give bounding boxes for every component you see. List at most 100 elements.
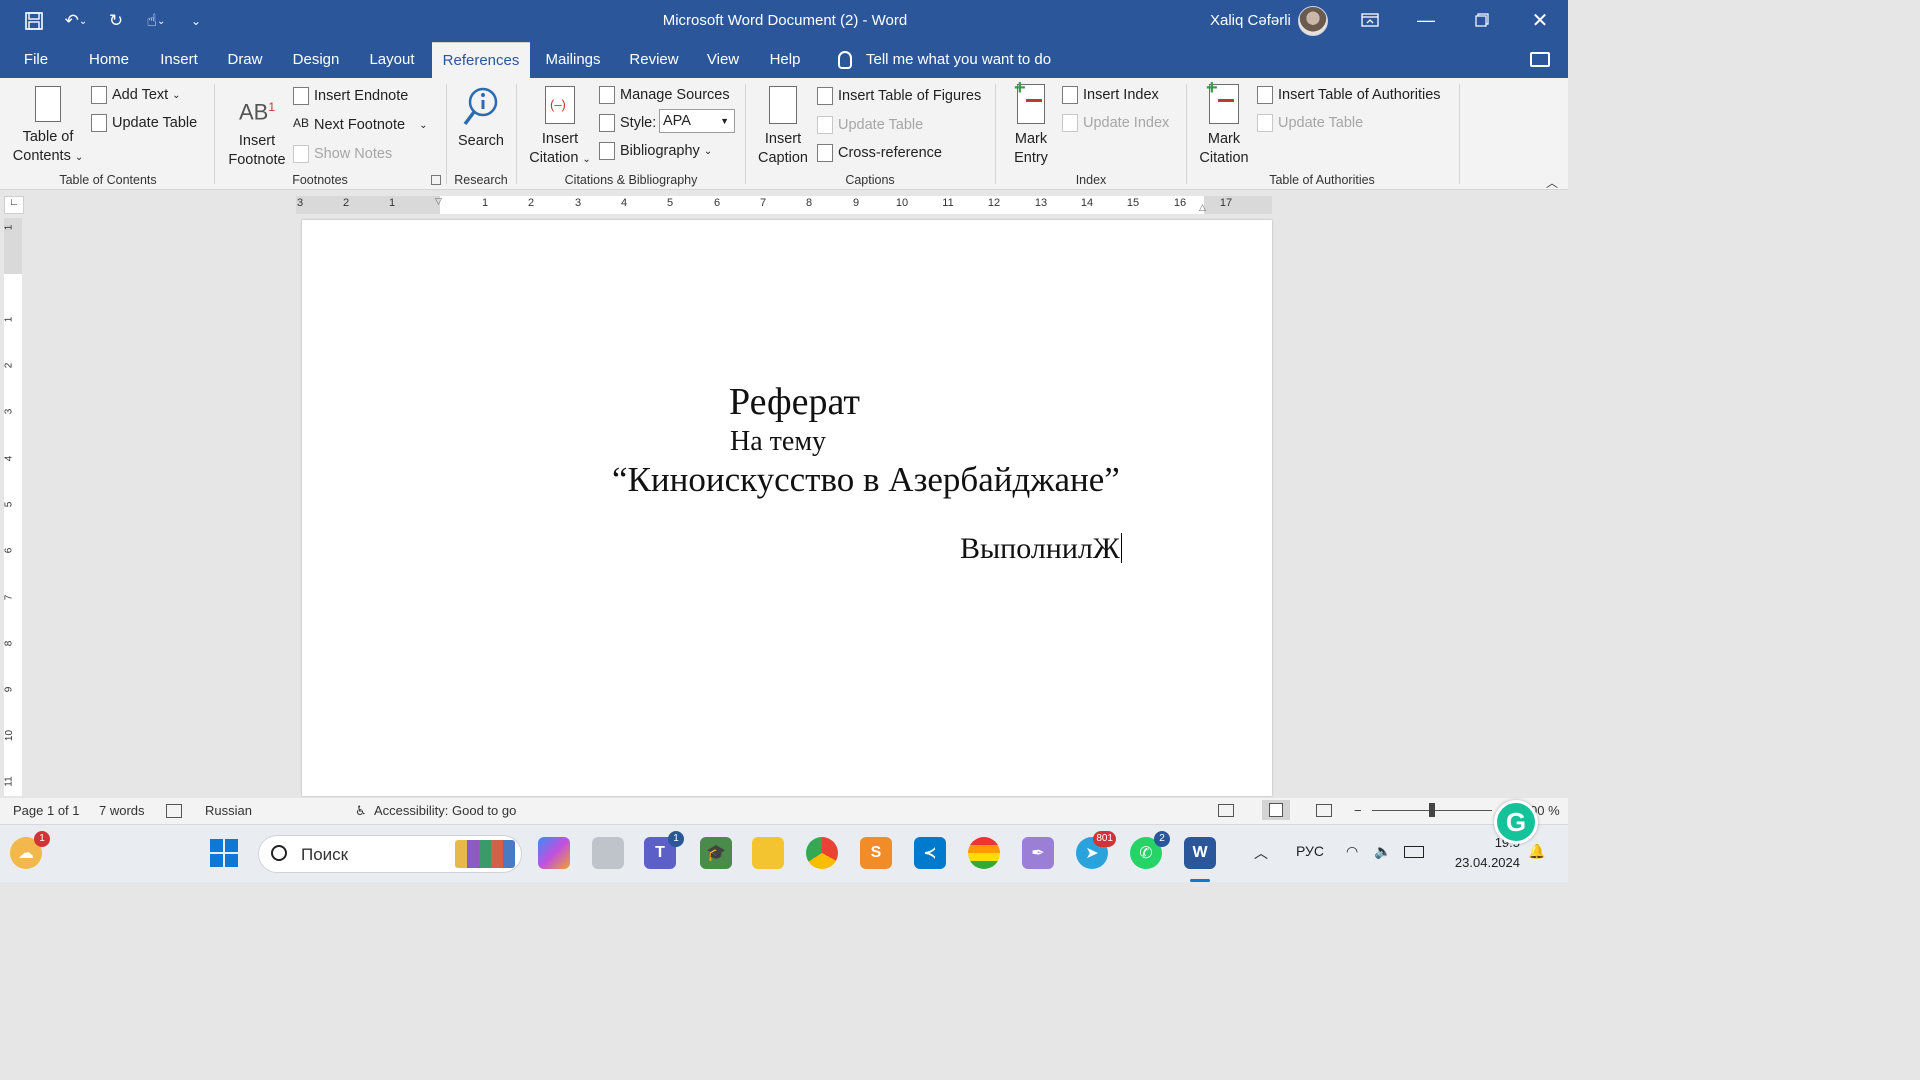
- tab-file[interactable]: File: [14, 42, 58, 78]
- ribbon-tabs: File Home Insert Draw Design Layout Refe…: [0, 42, 1568, 78]
- insert-citation-button[interactable]: (–) Insert Citation ⌄: [524, 86, 596, 169]
- proofing-icon[interactable]: [166, 804, 182, 818]
- tab-draw[interactable]: Draw: [222, 42, 268, 78]
- restore-icon[interactable]: [1460, 4, 1504, 36]
- vertical-ruler[interactable]: 1 1 2 3 4 5 6 7 8 9 10 11: [3, 218, 22, 796]
- mark-citation-button[interactable]: + Mark Citation: [1194, 78, 1254, 168]
- group-separator: [745, 84, 746, 184]
- wifi-icon[interactable]: ◠: [1346, 843, 1358, 860]
- battery-icon[interactable]: [1404, 846, 1424, 858]
- bibliography-button[interactable]: Bibliography ⌄: [599, 142, 712, 160]
- tell-me-search[interactable]: Tell me what you want to do: [834, 42, 1051, 78]
- document-author-line[interactable]: ВыполнилЖ: [960, 532, 1123, 566]
- insert-table-of-figures-button[interactable]: Insert Table of Figures: [817, 87, 981, 105]
- right-indent-marker-icon[interactable]: △: [1199, 202, 1209, 214]
- next-footnote-button[interactable]: AB Next Footnote ⌄: [293, 116, 427, 134]
- bibliography-icon: [599, 142, 615, 160]
- manage-sources-button[interactable]: Manage Sources: [599, 86, 730, 104]
- insert-citation-label-2: Citation: [529, 150, 579, 166]
- print-layout-icon[interactable]: [1262, 800, 1290, 820]
- copilot-icon[interactable]: [538, 837, 570, 869]
- insert-footnote-button[interactable]: AB1 Insert Footnote: [222, 86, 292, 170]
- input-language[interactable]: РУС: [1296, 843, 1324, 859]
- notifications-icon[interactable]: 🔔: [1528, 843, 1545, 860]
- customize-qat-icon[interactable]: ⌄: [186, 9, 206, 33]
- windows-start-icon[interactable]: [208, 837, 240, 869]
- vscode-icon[interactable]: ≺: [914, 837, 946, 869]
- show-notes-button[interactable]: Show Notes: [293, 145, 392, 163]
- undo-icon[interactable]: ↶ ⌄: [56, 9, 96, 33]
- tab-review[interactable]: Review: [622, 42, 686, 78]
- touch-mode-icon[interactable]: ☝ ⌄: [136, 9, 176, 33]
- cross-reference-button[interactable]: Cross-reference: [817, 144, 942, 162]
- chevron-down-icon[interactable]: ⌄: [419, 120, 427, 131]
- tab-mailings[interactable]: Mailings: [540, 42, 606, 78]
- volume-icon[interactable]: 🔈: [1374, 843, 1391, 860]
- tab-home[interactable]: Home: [82, 42, 136, 78]
- tab-layout[interactable]: Layout: [362, 42, 422, 78]
- mark-entry-button[interactable]: + Mark Entry: [1004, 78, 1058, 168]
- word-icon[interactable]: W: [1184, 837, 1216, 869]
- table-of-contents-button[interactable]: Table of Contents ⌄: [8, 86, 88, 167]
- sublime-text-icon[interactable]: S: [860, 837, 892, 869]
- zoom-out-icon[interactable]: −: [1354, 803, 1362, 818]
- page-count[interactable]: Page 1 of 1: [13, 803, 80, 818]
- tab-insert[interactable]: Insert: [152, 42, 206, 78]
- avatar[interactable]: [1298, 6, 1328, 36]
- language-indicator[interactable]: Russian: [205, 803, 252, 818]
- document-title[interactable]: Реферат: [729, 380, 860, 424]
- tab-selector-icon[interactable]: ∟: [4, 196, 24, 214]
- accessibility-icon[interactable]: ♿: [355, 803, 367, 819]
- add-text-button[interactable]: Add Text ⌄: [91, 86, 181, 104]
- update-table-button[interactable]: Update Table: [91, 114, 197, 132]
- tab-references[interactable]: References: [432, 42, 530, 78]
- collapse-ribbon-icon[interactable]: ︿: [1546, 174, 1558, 191]
- task-view-icon[interactable]: [592, 837, 624, 869]
- indent-marker-icon[interactable]: ▽: [435, 196, 445, 214]
- tab-help[interactable]: Help: [760, 42, 810, 78]
- show-notes-label: Show Notes: [314, 146, 393, 162]
- search-button[interactable]: Search: [452, 86, 510, 151]
- weather-icon[interactable]: ☁ 1: [10, 831, 50, 869]
- education-icon[interactable]: 🎓: [700, 837, 732, 869]
- whatsapp-icon[interactable]: ✆ 2: [1130, 831, 1170, 869]
- tab-view[interactable]: View: [700, 42, 746, 78]
- document-subtitle[interactable]: На тему: [730, 426, 826, 458]
- user-name[interactable]: Xaliq Cəfərli: [1210, 12, 1291, 29]
- file-explorer-icon[interactable]: [752, 837, 784, 869]
- redo-icon[interactable]: ↻: [104, 9, 128, 33]
- chrome-icon[interactable]: [806, 837, 838, 869]
- read-mode-icon[interactable]: [1218, 804, 1234, 817]
- tab-design[interactable]: Design: [284, 42, 348, 78]
- ruler-tick: 2: [3, 362, 15, 369]
- document-topic[interactable]: “Киноискусство в Азербайджане”: [612, 460, 1120, 500]
- teams-icon[interactable]: T1: [644, 831, 684, 869]
- insert-caption-button[interactable]: Insert Caption: [752, 86, 814, 168]
- horizontal-ruler[interactable]: ▽ △ 3 2 1 1 2 3 4 5 6 7 8 9 10 11 12 13 …: [296, 196, 1272, 214]
- telegram-icon[interactable]: ➤ 801: [1076, 831, 1116, 869]
- show-hidden-icons-icon[interactable]: ︿: [1254, 843, 1268, 863]
- accessibility-status[interactable]: Accessibility: Good to go: [374, 803, 516, 818]
- save-icon[interactable]: [22, 9, 46, 33]
- web-layout-icon[interactable]: [1316, 804, 1332, 817]
- insert-table-of-authorities-button[interactable]: Insert Table of Authorities: [1257, 86, 1441, 104]
- update-table-captions-button[interactable]: Update Table: [817, 116, 923, 134]
- grammarly-icon[interactable]: G: [1494, 800, 1538, 844]
- word-count[interactable]: 7 words: [99, 803, 145, 818]
- rainbow-app-icon[interactable]: [968, 837, 1000, 869]
- minimize-icon[interactable]: —: [1404, 4, 1448, 36]
- insert-index-button[interactable]: Insert Index: [1062, 86, 1159, 104]
- close-icon[interactable]: ✕: [1518, 4, 1562, 36]
- zoom-slider-thumb[interactable]: [1429, 803, 1435, 817]
- dialog-launcher-icon[interactable]: [431, 175, 441, 185]
- document-page[interactable]: Реферат На тему “Киноискусство в Азербай…: [302, 220, 1272, 796]
- comments-icon[interactable]: [1530, 52, 1550, 67]
- ribbon-display-options-icon[interactable]: [1348, 4, 1392, 36]
- ruler-tick: 4: [3, 455, 15, 462]
- citation-style-select[interactable]: APA ▼: [659, 109, 735, 133]
- taskbar-search-input[interactable]: Поиск: [258, 835, 522, 873]
- insert-endnote-button[interactable]: Insert Endnote: [293, 87, 408, 105]
- update-index-button[interactable]: Update Index: [1062, 114, 1169, 132]
- feather-app-icon[interactable]: ✒: [1022, 837, 1054, 869]
- update-table-authorities-button[interactable]: Update Table: [1257, 114, 1363, 132]
